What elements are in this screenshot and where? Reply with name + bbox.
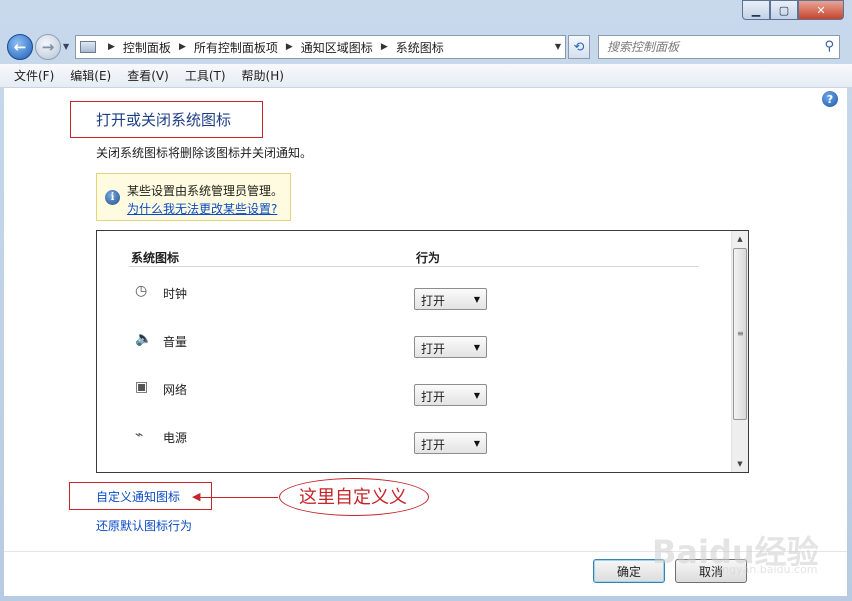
vertical-scrollbar[interactable]: ▲ ≡ ▼ — [731, 231, 748, 472]
network-icon: ▣ — [135, 379, 149, 395]
menu-bar: 文件(F) 编辑(E) 查看(V) 工具(T) 帮助(H) — [0, 64, 852, 88]
minimize-button[interactable]: ▁ — [742, 0, 770, 20]
annotation-arrow — [200, 497, 278, 498]
window-controls: ▁ ▢ ✕ — [742, 0, 844, 21]
refresh-button[interactable]: ⟲ — [568, 35, 590, 59]
power-behavior-value: 打开 — [421, 438, 446, 452]
chevron-down-icon: ▼ — [473, 295, 480, 304]
volume-behavior-select[interactable]: 打开 ▼ — [414, 336, 487, 358]
search-input[interactable] — [599, 36, 809, 58]
volume-icon: 🔈 — [135, 331, 153, 347]
search-box[interactable]: ⚲ — [598, 35, 840, 59]
breadcrumb-chevron-icon[interactable]: ▶ — [108, 42, 115, 52]
clock-behavior-select[interactable]: 打开 ▼ — [414, 288, 487, 310]
row-label-power: 电源 — [163, 431, 188, 445]
breadcrumb-chevron-icon[interactable]: ▶ — [286, 42, 293, 52]
breadcrumb-notification-icons[interactable]: 通知区域图标 — [301, 39, 373, 56]
breadcrumb-system-icons[interactable]: 系统图标 — [396, 39, 444, 56]
info-icon: i — [105, 190, 120, 205]
power-behavior-select[interactable]: 打开 ▼ — [414, 432, 487, 454]
navigation-bar: ← → ▼ ▶ 控制面板 ▶ 所有控制面板项 ▶ 通知区域图标 ▶ 系统图标 ▼… — [0, 30, 852, 64]
chevron-down-icon: ▼ — [473, 439, 480, 448]
header-divider — [129, 266, 699, 267]
breadcrumb-control-panel[interactable]: 控制面板 — [123, 39, 171, 56]
chevron-down-icon: ▼ — [473, 343, 480, 352]
chevron-down-icon: ▼ — [473, 391, 480, 400]
baidu-watermark: Baidu经验 jingyan.baidu.com — [652, 521, 819, 583]
menu-edit[interactable]: 编辑(E) — [62, 67, 119, 84]
power-icon: ⌁ — [135, 427, 144, 443]
network-behavior-select[interactable]: 打开 ▼ — [414, 384, 487, 406]
scroll-up-icon[interactable]: ▲ — [732, 231, 748, 247]
column-header-behavior: 行为 — [416, 251, 441, 265]
back-button[interactable]: ← — [7, 34, 33, 60]
customize-notification-icons-link[interactable]: 自定义通知图标 — [96, 488, 180, 505]
control-panel-icon — [80, 41, 96, 53]
address-dropdown-icon[interactable]: ▼ — [555, 42, 561, 51]
watermark-url: jingyan.baidu.com — [716, 563, 818, 576]
scroll-down-icon[interactable]: ▼ — [732, 456, 748, 472]
help-icon[interactable]: ? — [822, 91, 838, 107]
menu-tools[interactable]: 工具(T) — [177, 67, 234, 84]
menu-help[interactable]: 帮助(H) — [234, 67, 292, 84]
row-label-network: 网络 — [163, 383, 188, 397]
window-frame: ▁ ▢ ✕ ← → ▼ ▶ 控制面板 ▶ 所有控制面板项 ▶ 通知区域图标 ▶ … — [0, 0, 852, 601]
arrow-head-icon: ◀ — [192, 490, 201, 503]
clock-behavior-value: 打开 — [421, 294, 446, 308]
column-header-icon: 系统图标 — [131, 251, 180, 265]
admin-notice: i 某些设置由系统管理员管理。 为什么我无法更改某些设置? — [96, 173, 291, 221]
address-bar[interactable]: ▶ 控制面板 ▶ 所有控制面板项 ▶ 通知区域图标 ▶ 系统图标 ▼ — [75, 35, 566, 59]
breadcrumb-chevron-icon[interactable]: ▶ — [381, 42, 388, 52]
maximize-button[interactable]: ▢ — [770, 0, 798, 20]
menu-view[interactable]: 查看(V) — [119, 67, 177, 84]
title-bar: ▁ ▢ ✕ — [0, 0, 852, 30]
menu-file[interactable]: 文件(F) — [6, 67, 62, 84]
window-title — [90, 6, 650, 20]
network-behavior-value: 打开 — [421, 390, 446, 404]
clock-icon: ◷ — [135, 283, 148, 299]
search-icon[interactable]: ⚲ — [824, 39, 834, 54]
annotation-text: 这里自定义义 — [299, 487, 407, 508]
page-title: 打开或关闭系统图标 — [96, 111, 232, 129]
volume-behavior-value: 打开 — [421, 342, 446, 356]
grip-icon: ≡ — [737, 329, 744, 338]
restore-default-link[interactable]: 还原默认图标行为 — [96, 517, 192, 534]
why-cant-change-link[interactable]: 为什么我无法更改某些设置? — [127, 200, 277, 217]
page-description: 关闭系统图标将删除该图标并关闭通知。 — [96, 146, 313, 160]
row-label-clock: 时钟 — [163, 287, 188, 301]
recent-pages-dropdown-icon[interactable]: ▼ — [63, 42, 69, 51]
close-button[interactable]: ✕ — [798, 0, 844, 20]
system-icons-list: 系统图标 行为 ◷ 时钟 打开 ▼ 🔈 音量 打开 ▼ ▣ 网络 打开 ▼ ⌁ … — [96, 230, 749, 473]
forward-button[interactable]: → — [35, 34, 61, 60]
breadcrumb-all-items[interactable]: 所有控制面板项 — [194, 39, 278, 56]
breadcrumb-chevron-icon[interactable]: ▶ — [179, 42, 186, 52]
row-label-volume: 音量 — [163, 335, 188, 349]
notice-text: 某些设置由系统管理员管理。 — [127, 184, 284, 198]
scroll-thumb[interactable]: ≡ — [733, 248, 747, 420]
